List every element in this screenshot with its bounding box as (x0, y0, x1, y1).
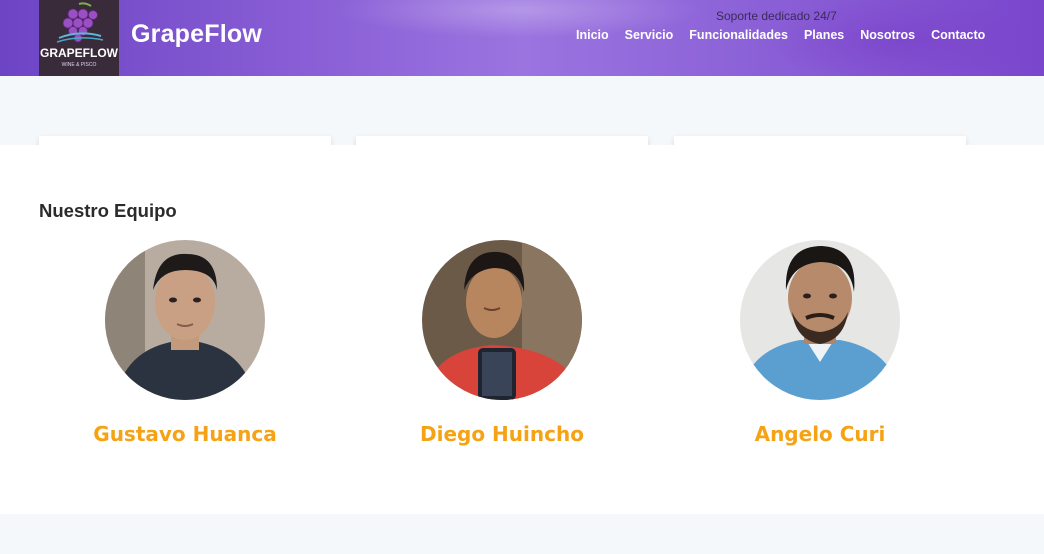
nav-contacto[interactable]: Contacto (931, 28, 985, 42)
team-member: Gustavo Huanca (55, 240, 315, 446)
nav-servicio[interactable]: Servicio (625, 28, 674, 42)
team-title: Nuestro Equipo (39, 200, 177, 221)
member-name: Gustavo Huanca (93, 422, 277, 446)
member-name: Diego Huincho (420, 422, 584, 446)
site-header: GRAPEFLOW WINE & PISCO GrapeFlow Soporte… (0, 0, 1044, 76)
member-name: Angelo Curi (754, 422, 886, 446)
grape-logo-icon[interactable]: GRAPEFLOW WINE & PISCO (39, 0, 119, 76)
team-member: Diego Huincho (372, 240, 632, 446)
next-section (0, 514, 1044, 554)
nav-funcionalidades[interactable]: Funcionalidades (689, 28, 788, 42)
nav-planes[interactable]: Planes (804, 28, 844, 42)
nav-inicio[interactable]: Inicio (576, 28, 609, 42)
main-nav: Inicio Servicio Funcionalidades Planes N… (576, 28, 1001, 42)
avatar (105, 240, 265, 400)
brand-name[interactable]: GrapeFlow (131, 20, 262, 49)
logo-text: GRAPEFLOW (40, 46, 119, 60)
nav-nosotros[interactable]: Nosotros (860, 28, 915, 42)
avatar (740, 240, 900, 400)
avatar (422, 240, 582, 400)
team-member: Angelo Curi (690, 240, 950, 446)
logo-subtext: WINE & PISCO (62, 62, 97, 68)
features-section (0, 76, 1044, 170)
support-text: Soporte dedicado 24/7 (716, 9, 837, 23)
